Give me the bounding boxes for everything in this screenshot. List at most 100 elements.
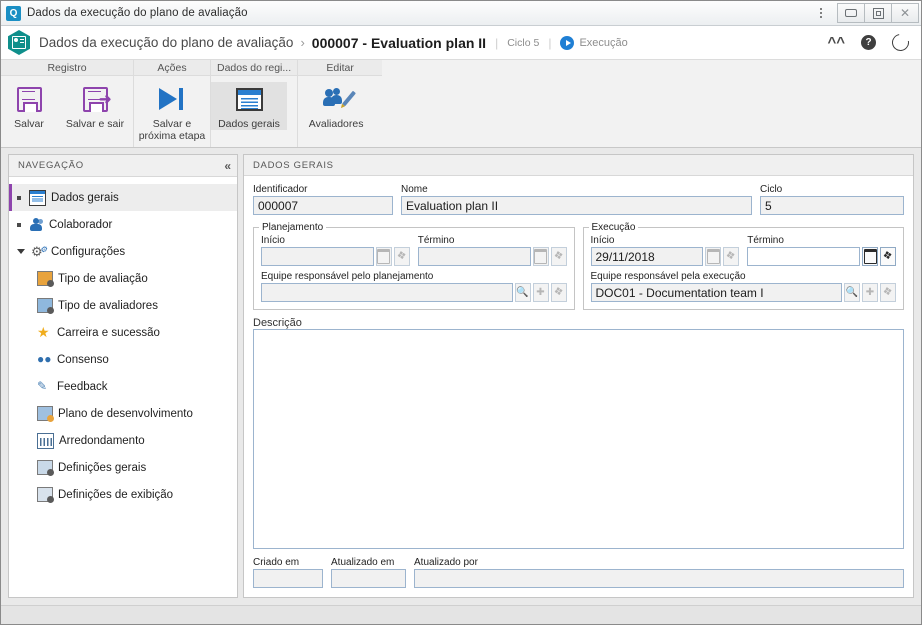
sidebar-header: NAVEGAÇÃO « [9, 155, 237, 177]
execucao-inicio-field: Início 29/11/2018 ❖ [590, 235, 740, 266]
atualizado-por-field: Atualizado por [414, 557, 904, 588]
sidebar-item-colaborador[interactable]: Colaborador [9, 211, 237, 238]
sidebar-item-definicoes-de-exibicao[interactable]: Definições de exibição [9, 481, 237, 508]
general-data-icon [235, 87, 263, 111]
ribbon-group-registro: Registro Salvar ➜ Salvar e sair [1, 60, 134, 147]
rounding-calculator-icon [37, 432, 54, 449]
sidebar-list: Dados gerais Colaborador ⚙ ⚙ Configuraçõe… [9, 177, 237, 597]
execucao-inicio-clear-button[interactable]: ❖ [723, 247, 740, 266]
status-bar [1, 605, 921, 624]
ribbon-dados-gerais-button[interactable]: Dados gerais [211, 82, 287, 131]
eraser-icon: ❖ [395, 249, 408, 263]
execucao-group: Execução Início 29/11/2018 ❖ Término ❖ E… [582, 222, 904, 310]
play-icon [560, 35, 575, 50]
ribbon-group-title: Ações [134, 60, 210, 76]
descricao-textarea[interactable] [253, 329, 904, 549]
atualizado-em-field: Atualizado em [331, 557, 406, 588]
planejamento-termino-clear-button[interactable]: ❖ [550, 247, 567, 266]
sidebar-item-label: Definições de exibição [58, 488, 174, 501]
criado-em-input [253, 569, 323, 588]
sidebar-item-carreira-e-sucessao[interactable]: ★ Carreira e sucessão [9, 319, 237, 346]
descricao-label: Descrição [253, 317, 302, 329]
planejamento-inicio-input[interactable] [261, 247, 374, 266]
maximize-icon [872, 7, 884, 19]
sidebar-item-plano-de-desenvolvimento[interactable]: Plano de desenvolvimento [9, 400, 237, 427]
planejamento-termino-calendar-button[interactable] [532, 247, 549, 266]
planejamento-termino-field: Término ❖ [417, 235, 567, 266]
execucao-legend: Execução [591, 222, 636, 233]
more-options-icon[interactable] [810, 2, 832, 24]
maximize-button[interactable] [864, 3, 892, 23]
sidebar-collapse-icon[interactable]: « [224, 159, 231, 173]
execucao-equipe-add-button[interactable]: ✚ [862, 283, 878, 302]
nome-input[interactable]: Evaluation plan II [401, 196, 752, 215]
save-floppy-icon [16, 86, 42, 112]
sidebar-item-tipo-de-avaliacao[interactable]: Tipo de avaliação [9, 265, 237, 292]
identificador-input[interactable]: 000007 [253, 196, 393, 215]
app-icon: Q [6, 5, 21, 21]
sidebar-item-feedback[interactable]: ✎ Feedback [9, 373, 237, 400]
execucao-inicio-input[interactable]: 29/11/2018 [590, 247, 704, 266]
form-body: Identificador 000007 Nome Evaluation pla… [244, 176, 913, 597]
sidebar-item-tipo-de-avaliadores[interactable]: Tipo de avaliadores [9, 292, 237, 319]
sidebar-item-label: Feedback [57, 380, 108, 393]
close-button[interactable]: ✕ [891, 3, 919, 23]
evaluators-button-label: Avaliadores [308, 118, 364, 130]
bullet-icon [17, 195, 21, 200]
breadcrumb-root[interactable]: Dados da execução do plano de avaliação [39, 35, 293, 50]
planejamento-inicio-calendar-button[interactable] [375, 247, 392, 266]
sidebar-item-definicoes-gerais[interactable]: Definições gerais [9, 454, 237, 481]
execucao-inicio-calendar-button[interactable] [705, 247, 722, 266]
search-icon: 🔍 [516, 287, 529, 298]
planejamento-equipe-input[interactable] [261, 283, 513, 302]
refresh-icon[interactable] [888, 30, 913, 55]
execucao-equipe-clear-button[interactable]: ❖ [880, 283, 896, 302]
planejamento-inicio-label: Início [261, 235, 285, 246]
minimize-button[interactable] [837, 3, 865, 23]
save-and-next-step-label-line1: Salvar e [152, 118, 192, 130]
save-button[interactable]: Salvar [1, 82, 57, 130]
sidebar-item-arredondamento[interactable]: Arredondamento [9, 427, 237, 454]
planejamento-equipe-clear-button[interactable]: ❖ [550, 283, 567, 302]
planejamento-equipe-search-button[interactable]: 🔍 [514, 283, 531, 302]
gear-icon: ⚙ ⚙ [31, 243, 47, 259]
ciclo-input[interactable]: 5 [760, 196, 904, 215]
execucao-termino-clear-button[interactable]: ❖ [880, 247, 896, 266]
planejamento-termino-input[interactable] [417, 247, 531, 266]
application-window: Q Dados da execução do plano de avaliaçã… [0, 0, 922, 625]
execucao-equipe-search-button[interactable]: 🔍 [844, 283, 860, 302]
breadcrumb-separator: › [300, 35, 305, 50]
planejamento-legend: Planejamento [262, 222, 324, 233]
ribbon-toolbar: Registro Salvar ➜ Salvar e sair Ações Sa… [1, 60, 921, 148]
page-header: Dados da execução do plano de avaliação … [1, 26, 921, 60]
sidebar-item-dados-gerais[interactable]: Dados gerais [9, 184, 237, 211]
save-and-next-step-button[interactable]: Salvar e próxima etapa [134, 82, 210, 142]
atualizado-em-label: Atualizado em [331, 557, 395, 568]
calendar-icon [377, 249, 391, 264]
header-cycle-label: Ciclo 5 [507, 36, 540, 49]
execucao-termino-input[interactable] [747, 247, 860, 266]
save-and-exit-button[interactable]: ➜ Salvar e sair [57, 82, 133, 130]
help-icon[interactable]: ? [861, 35, 876, 50]
save-and-next-step-label-line2: próxima etapa [138, 130, 206, 143]
execucao-inicio-label: Início [590, 235, 615, 246]
ribbon-group-title: Dados do regi... [211, 60, 298, 76]
user-icon [29, 217, 44, 232]
close-icon: ✕ [899, 6, 911, 20]
execucao-equipe-input[interactable]: DOC01 - Documentation team I [590, 283, 842, 302]
sidebar-item-label: Tipo de avaliadores [58, 299, 158, 312]
planejamento-equipe-add-button[interactable]: ✚ [532, 283, 549, 302]
sidebar-item-configuracoes[interactable]: ⚙ ⚙ Configurações [9, 238, 237, 265]
header-divider-1: | [495, 35, 499, 50]
chevron-up-icon[interactable]: ^^ [827, 35, 845, 50]
sidebar-item-label: Definições gerais [58, 461, 147, 474]
header-divider-2: | [548, 35, 552, 50]
general-settings-icon [37, 460, 54, 476]
planejamento-inicio-field: Início ❖ [261, 235, 410, 266]
evaluators-button[interactable]: Avaliadores [298, 82, 374, 130]
sidebar-item-consenso[interactable]: ●● Consenso [9, 346, 237, 373]
execucao-equipe-field: Equipe responsável pela execução DOC01 -… [590, 271, 896, 302]
planejamento-inicio-clear-button[interactable]: ❖ [393, 247, 410, 266]
execucao-termino-calendar-button[interactable] [862, 247, 878, 266]
planejamento-dates: Início ❖ Término ❖ [261, 235, 567, 266]
